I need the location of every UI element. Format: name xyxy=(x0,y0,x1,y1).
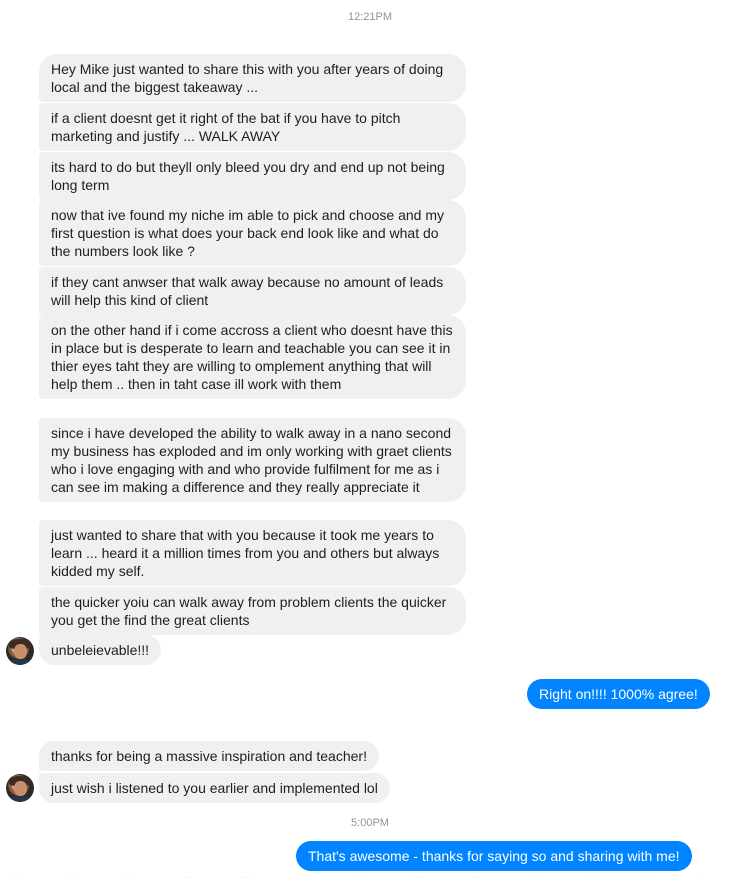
outgoing-message[interactable]: Right on!!!! 1000% agree! xyxy=(527,679,710,709)
contact-avatar-icon[interactable] xyxy=(6,637,34,665)
incoming-message[interactable]: since i have developed the ability to wa… xyxy=(39,418,466,502)
incoming-message[interactable]: just wanted to share that with you becau… xyxy=(39,520,466,586)
incoming-message[interactable]: unbeleievable!!! xyxy=(39,635,162,665)
incoming-message[interactable]: just wish i listened to you earlier and … xyxy=(39,773,390,803)
timestamp: 5:00PM xyxy=(351,817,389,829)
incoming-message[interactable]: thanks for being a massive inspiration a… xyxy=(39,741,379,771)
outgoing-message[interactable]: That's awesome - thanks for saying so an… xyxy=(296,841,692,871)
incoming-message[interactable]: the quicker yoiu can walk away from prob… xyxy=(39,587,466,635)
incoming-message[interactable]: if a client doesnt get it right of the b… xyxy=(39,103,466,151)
incoming-message[interactable]: its hard to do but theyll only bleed you… xyxy=(39,152,466,200)
timestamp: 12:21PM xyxy=(347,11,393,23)
contact-avatar-icon[interactable] xyxy=(6,774,34,802)
incoming-message[interactable]: Hey Mike just wanted to share this with … xyxy=(39,54,466,102)
conversation-panel: 12:21PM Hey Mike just wanted to share th… xyxy=(0,0,715,878)
incoming-message[interactable]: on the other hand if i come accross a cl… xyxy=(39,315,466,399)
incoming-message[interactable]: now that ive found my niche im able to p… xyxy=(39,200,466,266)
incoming-message[interactable]: if they cant anwser that walk away becau… xyxy=(39,267,466,315)
